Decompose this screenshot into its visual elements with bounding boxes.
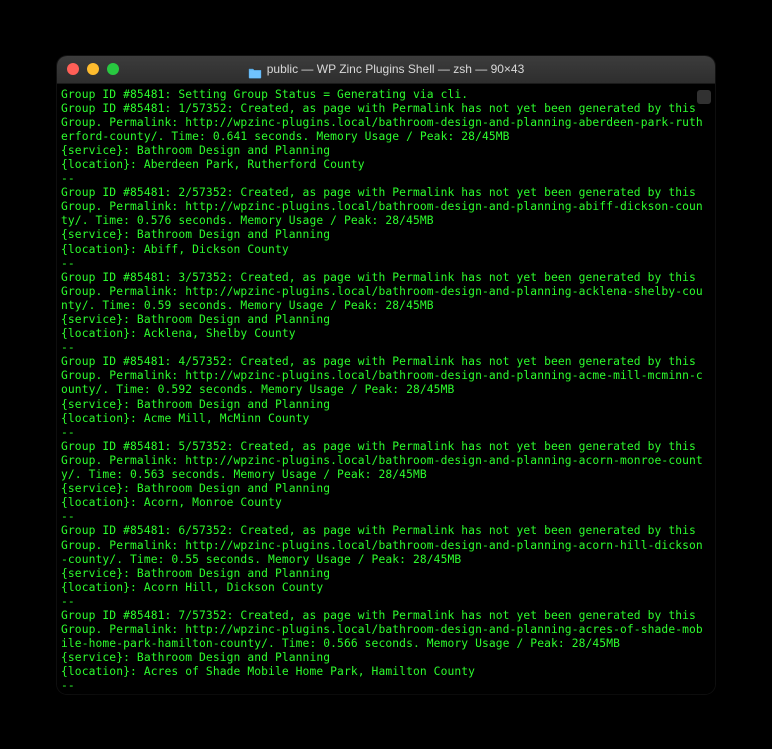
close-icon[interactable] bbox=[67, 63, 79, 75]
title-wrap: public — WP Zinc Plugins Shell — zsh — 9… bbox=[57, 62, 715, 76]
titlebar[interactable]: public — WP Zinc Plugins Shell — zsh — 9… bbox=[57, 56, 715, 84]
terminal-output: Group ID #85481: Setting Group Status = … bbox=[61, 88, 709, 694]
window-title: public — WP Zinc Plugins Shell — zsh — 9… bbox=[267, 62, 525, 76]
folder-icon bbox=[248, 64, 262, 75]
zoom-icon[interactable] bbox=[107, 63, 119, 75]
terminal-body[interactable]: Group ID #85481: Setting Group Status = … bbox=[57, 84, 715, 694]
traffic-lights bbox=[67, 63, 119, 75]
minimize-icon[interactable] bbox=[87, 63, 99, 75]
scrollbar-thumb[interactable] bbox=[697, 90, 711, 104]
terminal-window: public — WP Zinc Plugins Shell — zsh — 9… bbox=[57, 56, 715, 694]
